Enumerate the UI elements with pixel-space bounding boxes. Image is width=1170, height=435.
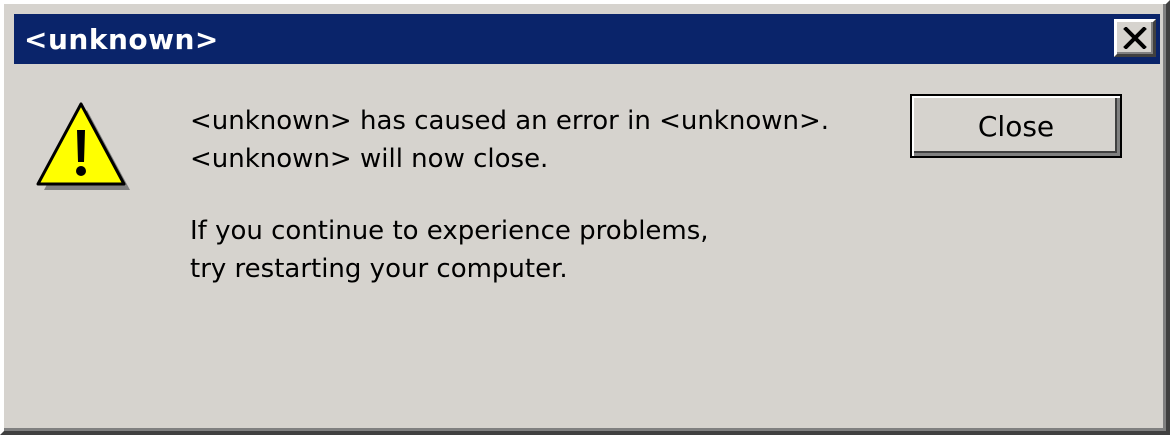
- title-close-button[interactable]: [1114, 19, 1156, 57]
- error-message-line: <unknown> has caused an error in <unknow…: [190, 106, 830, 136]
- title-bar[interactable]: <unknown>: [14, 14, 1160, 64]
- error-message-line: <unknown> will now close.: [190, 144, 549, 174]
- error-message: <unknown> has caused an error in <unknow…: [190, 102, 829, 178]
- error-dialog-window: <unknown> <unknown> has caused an error …: [0, 0, 1170, 435]
- close-button[interactable]: Close: [910, 94, 1122, 158]
- advice-message: If you continue to experience problems, …: [190, 212, 709, 288]
- advice-message-line: If you continue to experience problems,: [190, 216, 709, 246]
- close-x-icon: [1123, 27, 1147, 49]
- window-title: <unknown>: [24, 22, 219, 56]
- advice-message-line: try restarting your computer.: [190, 254, 568, 284]
- warning-icon: [36, 102, 130, 190]
